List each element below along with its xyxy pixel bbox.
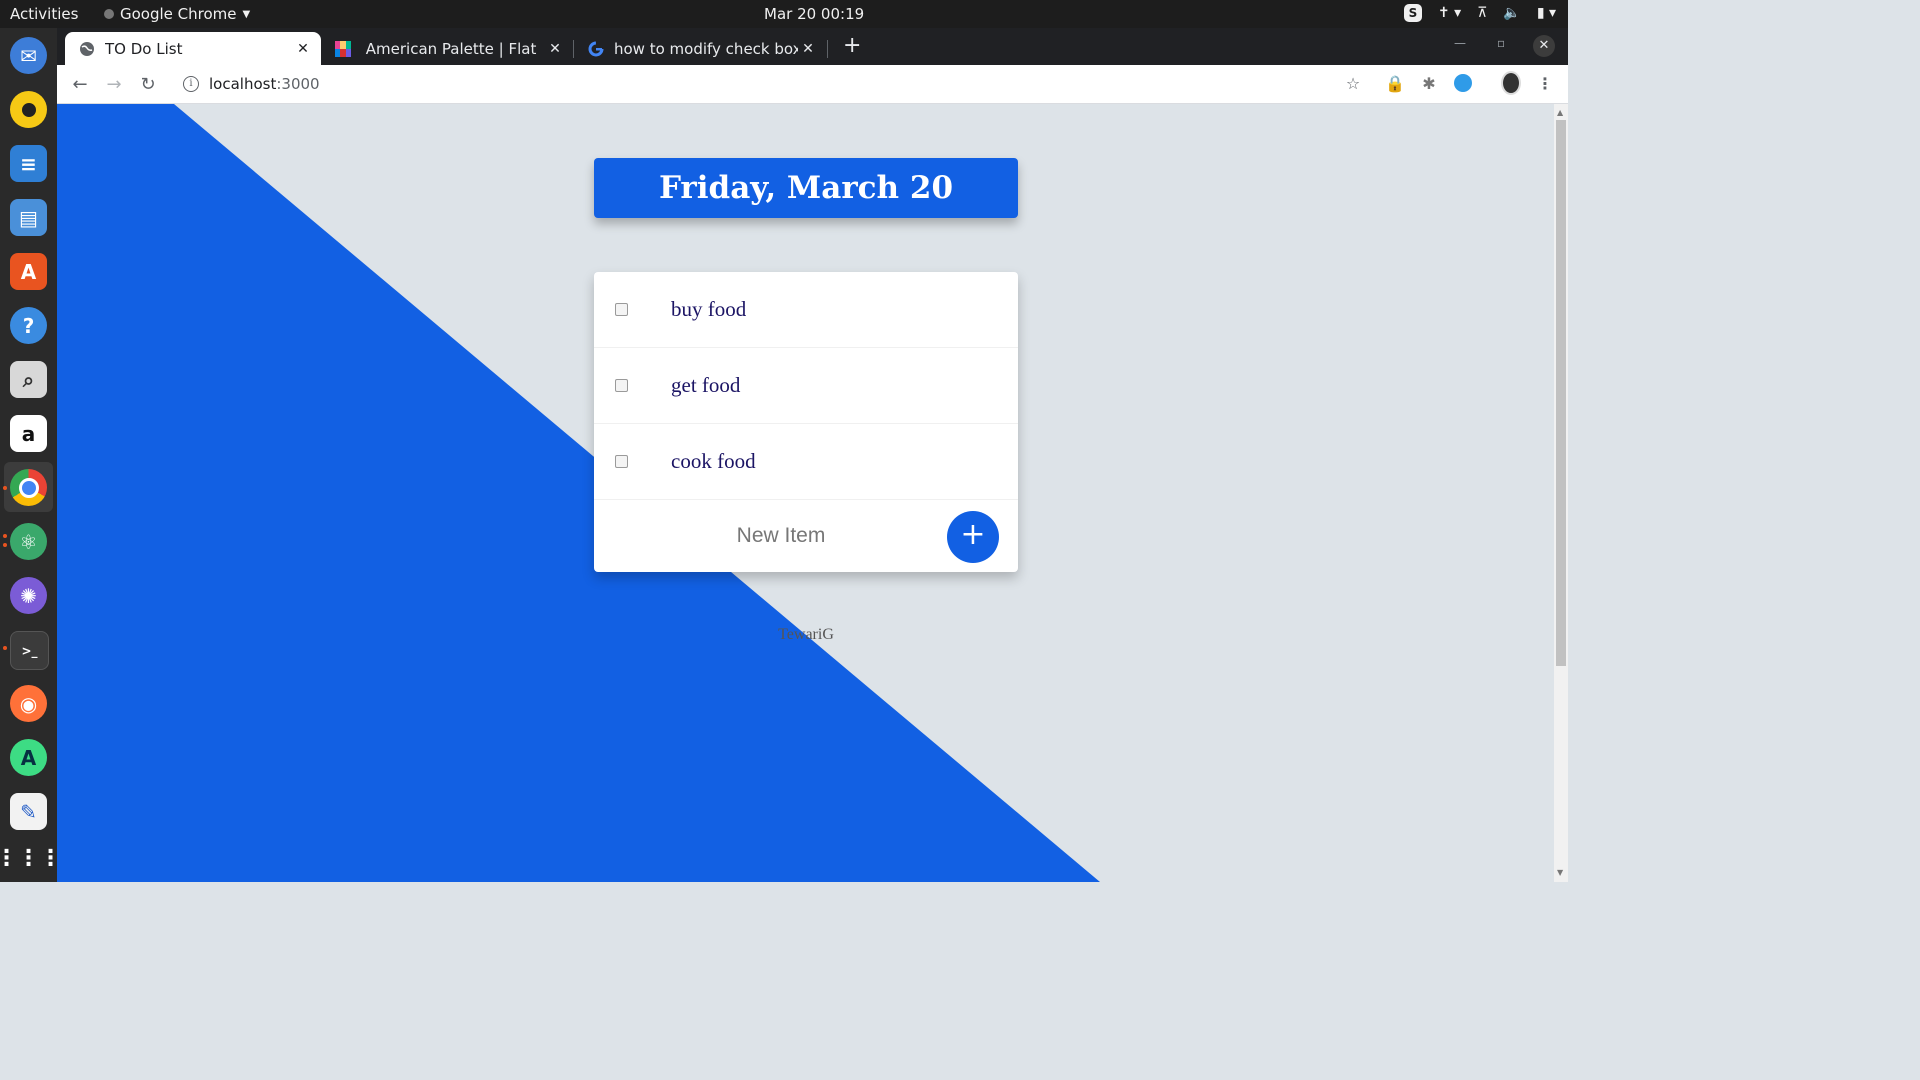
accessibility-icon[interactable]: ✝ ▾ [1438,5,1461,21]
firefox-icon[interactable]: ◉ [10,685,47,722]
minimize-button[interactable]: — [1454,36,1466,50]
new-item-row: New Item + [594,500,1018,575]
forward-button[interactable]: → [104,74,124,95]
info-icon[interactable]: i [183,76,199,92]
back-button[interactable]: ← [70,74,90,95]
chrome-icon[interactable] [10,469,47,506]
google-icon [588,41,604,57]
page-title: Friday, March 20 [658,170,954,206]
chevron-down-icon: ▼ [242,8,251,20]
thunderbird-icon[interactable]: ✉ [10,37,47,74]
item-checkbox[interactable] [615,455,628,468]
address-bar[interactable]: i localhost:3000 [173,70,1391,98]
tab-title: ⁣⁣ American Palette | Flat [361,39,537,58]
battery-icon[interactable]: ▮ ▾ [1537,5,1556,21]
amazon-icon[interactable]: a [10,415,47,452]
tab-title: TO Do List [105,39,183,58]
tab-todo-list[interactable]: TO Do List ✕ [65,32,321,65]
search-icon[interactable]: ⌕ [10,361,47,398]
footer-credit: TewariG [778,626,834,643]
maximize-button[interactable]: ▫ [1497,36,1505,50]
scrollbar-thumb[interactable] [1556,120,1566,666]
reload-button[interactable]: ↻ [138,74,158,95]
volume-icon[interactable]: 🔈 [1503,5,1520,21]
scrollbar[interactable]: ▲ ▼ [1554,104,1568,882]
close-icon[interactable]: ✕ [293,41,313,57]
app-menu[interactable]: Google Chrome ▼ [104,5,250,23]
network-icon[interactable]: ⊼ [1477,5,1487,21]
globe-icon [79,41,95,57]
item-label: buy food [671,297,747,321]
list-item: get food [594,348,1018,424]
lock-extension-icon[interactable]: 🔒 [1385,73,1405,93]
network-icon[interactable]: ✺ [10,577,47,614]
app-grid-icon[interactable]: ⋮⋮⋮ [0,840,62,877]
atom-icon[interactable]: ⚛ [10,523,47,560]
bookmark-star-icon[interactable]: ☆ [1343,73,1363,93]
tab-title: how to modify check box [614,39,798,58]
system-top-bar: Activities Google Chrome ▼ Mar 20 00:19 … [0,0,1568,28]
scroll-up-icon[interactable]: ▲ [1557,108,1563,117]
writer-icon[interactable]: ≡ [10,145,47,182]
url-host: localhost [209,75,277,93]
app-menu-label: Google Chrome [120,5,237,23]
tab-strip: TO Do List ✕ ⁣⁣ American Palette | Flat … [57,28,1568,65]
url-port: :3000 [276,75,320,93]
bug-extension-icon[interactable]: ✱ [1419,73,1439,93]
close-icon[interactable]: ✕ [798,41,818,57]
item-label: cook food [671,449,756,473]
close-icon[interactable]: ✕ [545,41,565,57]
add-item-button[interactable]: + [947,511,999,563]
date-header: Friday, March 20 [594,158,1018,218]
chrome-app-icon [104,9,114,19]
list-item: buy food [594,272,1018,348]
todo-card: buy food get food cook food New Item + [594,272,1018,572]
tab-check-box-search[interactable]: how to modify check box ✕ [574,32,826,65]
files-icon[interactable]: ▤ [10,199,47,236]
new-tab-button[interactable]: + [843,35,861,57]
android-studio-icon[interactable]: A [10,739,47,776]
tab-american-palette[interactable]: ⁣⁣ American Palette | Flat ✕ [321,32,573,65]
list-item: cook food [594,424,1018,500]
item-checkbox[interactable] [615,303,628,316]
activities-button[interactable]: Activities [10,5,78,23]
menu-icon[interactable]: ⋮ [1535,73,1555,93]
palette-icon [335,40,351,57]
running-indicator [3,486,7,490]
item-label: get food [671,373,741,397]
scroll-down-icon[interactable]: ▼ [1557,868,1563,877]
browser-toolbar: ← → ↻ i localhost:3000 ☆ 🔒 ✱ ⋮ [57,65,1568,104]
new-item-input[interactable]: New Item [594,524,968,548]
software-icon[interactable]: A [10,253,47,290]
avatar[interactable] [1501,71,1521,95]
window-close-button[interactable]: ✕ [1533,35,1555,57]
extension-icon[interactable] [1453,73,1473,93]
item-checkbox[interactable] [615,379,628,392]
tab-separator [827,40,828,58]
dock: ✉ ≡ ▤ A ? ⌕ a ⚛ ✺ >_ ◉ A ✎ ⋮⋮⋮ [0,28,62,882]
help-icon[interactable]: ? [10,307,47,344]
running-indicator [3,534,7,538]
rhythmbox-icon[interactable] [10,91,47,128]
skype-icon[interactable]: S [1403,4,1422,22]
running-indicator [3,543,7,547]
text-editor-icon[interactable]: ✎ [10,793,47,830]
clock[interactable]: Mar 20 00:19 [764,5,864,23]
page-viewport: Friday, March 20 buy food get food cook … [57,104,1554,882]
running-indicator [3,646,7,650]
terminal-icon[interactable]: >_ [10,631,49,670]
